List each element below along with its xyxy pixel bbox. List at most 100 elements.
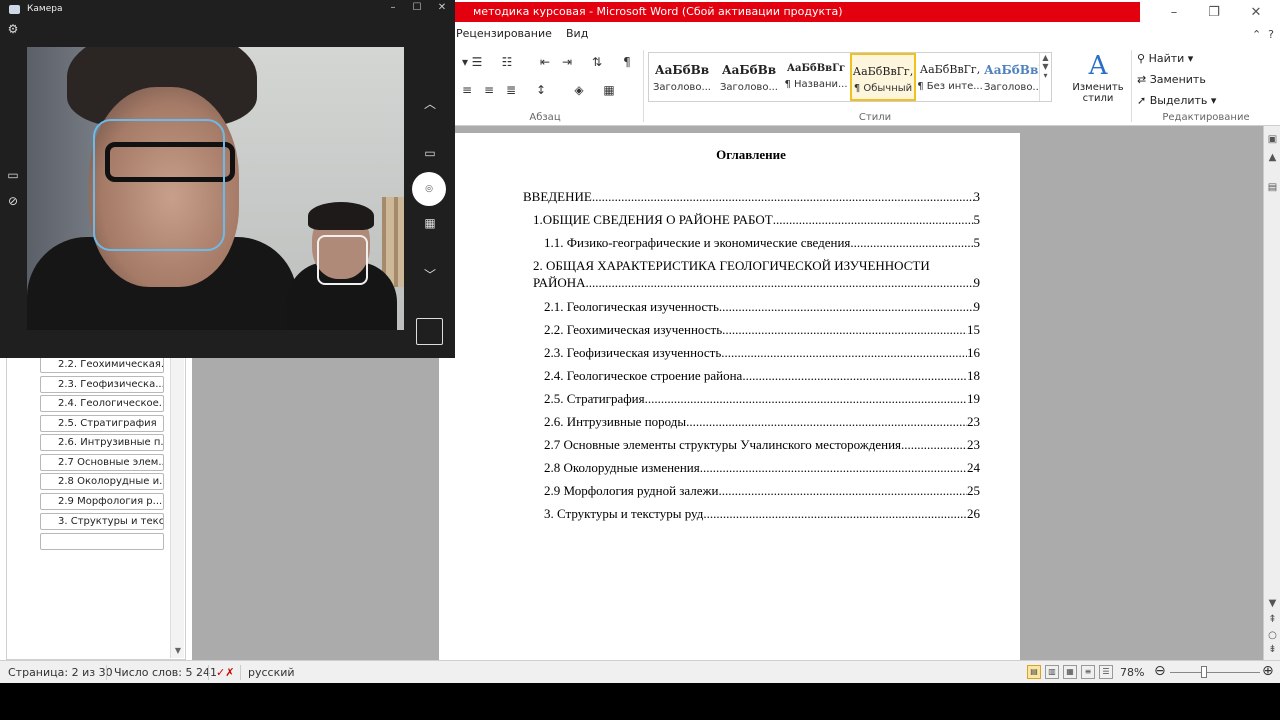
- print-layout-view-icon[interactable]: ▤: [1027, 665, 1041, 679]
- nav-heading-item[interactable]: 2.3. Геофизическа...: [40, 376, 164, 393]
- scroll-up-icon[interactable]: ▲: [1266, 152, 1279, 163]
- numbering-icon[interactable]: ☰: [469, 54, 485, 70]
- toc-entry[interactable]: 2.3. Геофизическая изученность16: [544, 344, 980, 362]
- full-screen-view-icon[interactable]: ▥: [1045, 665, 1059, 679]
- toc-entry[interactable]: 3. Структуры и текстуры руд26: [544, 505, 980, 523]
- style-heading1[interactable]: АаБбВв Заголово...: [649, 53, 715, 101]
- show-marks-icon[interactable]: ¶: [619, 54, 635, 70]
- settings-gear-icon[interactable]: ⚙: [5, 22, 21, 36]
- timer-icon[interactable]: ⊘: [5, 194, 21, 208]
- toc-entry[interactable]: 2.7 Основные элементы структуры Учалинск…: [544, 436, 980, 454]
- select-browse-object-icon[interactable]: ○: [1266, 630, 1279, 641]
- scroll-down-icon[interactable]: ▼: [171, 644, 185, 658]
- nav-scrollbar[interactable]: ▼: [170, 356, 184, 658]
- nav-heading-item[interactable]: 2.7 Основные элем...: [40, 454, 164, 471]
- style-no-spacing[interactable]: АаБбВвГг, ¶ Без инте...: [917, 53, 983, 101]
- nav-heading-item[interactable]: 2.4. Геологическое...: [40, 395, 164, 412]
- ribbon-tab-bar: Рецензирование Вид ⌃ ?: [455, 24, 1280, 46]
- style-heading2[interactable]: АаБбВв Заголово...: [716, 53, 782, 101]
- toc-entry[interactable]: ВВЕДЕНИЕ3: [523, 188, 980, 206]
- qr-scan-icon[interactable]: ▦: [422, 216, 438, 230]
- style-normal[interactable]: АаБбВвГг, ¶ Обычный: [850, 53, 916, 101]
- zoom-out-icon[interactable]: ⊖: [1154, 663, 1166, 679]
- gallery-thumbnail[interactable]: [416, 318, 443, 345]
- select-button[interactable]: ➚ Выделить ▾: [1137, 94, 1216, 107]
- zoom-level[interactable]: 78%: [1120, 666, 1144, 679]
- video-mode-icon[interactable]: ▭: [422, 146, 438, 160]
- minimize-button[interactable]: –: [1154, 2, 1194, 24]
- restore-button[interactable]: ❐: [1194, 2, 1234, 24]
- toc-entry[interactable]: 2. ОБЩАЯ ХАРАКТЕРИСТИКА ГЕОЛОГИЧЕСКОЙ ИЗ…: [533, 257, 980, 275]
- help-icon[interactable]: ⌃ ?: [1252, 28, 1274, 41]
- toc-entry[interactable]: 2.2. Геохимическая изученность15: [544, 321, 980, 339]
- shading-icon[interactable]: ◈: [571, 82, 587, 98]
- gallery-scroll[interactable]: ▲ ▼ ▾: [1039, 53, 1051, 101]
- borders-icon[interactable]: ▦: [601, 82, 617, 98]
- justify-icon[interactable]: ≣: [503, 82, 519, 98]
- style-heading3[interactable]: АаБбВвI Заголово...: [984, 53, 1040, 101]
- hdr-icon[interactable]: ▭: [5, 168, 21, 182]
- second-person-hair: [308, 202, 374, 230]
- line-spacing-icon[interactable]: ↕: [533, 82, 549, 98]
- word-count[interactable]: Число слов: 5 241: [114, 666, 217, 679]
- decrease-indent-icon[interactable]: ⇤: [537, 54, 553, 70]
- scroll-thumb[interactable]: ▤: [1266, 182, 1279, 193]
- desktop-screen: методика курсовая - Microsoft Word (Сбой…: [0, 0, 1280, 720]
- nav-heading-item[interactable]: 2.9 Морфология р...: [40, 493, 164, 510]
- tab-view[interactable]: Вид: [566, 27, 588, 40]
- spelling-check-icon[interactable]: ✓✗: [216, 666, 234, 679]
- style-title[interactable]: АаБбВвГг ¶ Названи...: [783, 53, 849, 101]
- nav-heading-item[interactable]: 2.5. Стратиграфия: [40, 415, 164, 432]
- toc-entry[interactable]: 2.6. Интрузивные породы23: [544, 413, 980, 431]
- nav-heading-item[interactable]: 3. Структуры и текс...: [40, 513, 164, 530]
- page-counter[interactable]: Страница: 2 из 30: [8, 666, 113, 679]
- next-page-icon[interactable]: ⇟: [1266, 644, 1279, 655]
- toc-entry[interactable]: 2.1. Геологическая изученность9: [544, 298, 980, 316]
- zoom-in-icon[interactable]: ⊕: [1262, 663, 1274, 679]
- camera-app-icon: [9, 5, 20, 14]
- close-button[interactable]: ✕: [1236, 2, 1276, 24]
- chevron-down-icon[interactable]: ﹀: [422, 266, 438, 283]
- align-center-icon[interactable]: ≡: [481, 82, 497, 98]
- nav-heading-item[interactable]: 2.6. Интрузивные п...: [40, 434, 164, 451]
- previous-page-icon[interactable]: ⇞: [1266, 614, 1279, 625]
- toc-entry[interactable]: РАЙОНА9: [533, 274, 980, 292]
- replace-icon: ⇄: [1137, 73, 1150, 86]
- editing-group-label: Редактирование: [1162, 112, 1250, 123]
- multilevel-list-icon[interactable]: ☷: [499, 54, 515, 70]
- find-button[interactable]: ⚲ Найти ▾: [1137, 52, 1193, 65]
- nav-heading-item[interactable]: 2.2. Геохимическая...: [40, 356, 164, 373]
- ribbon: ▾ ☰ ☷ ⇤ ⇥ ⇅ ¶ ≡ ≡ ≣ ↕ ◈ ▦ Абзац АаБбВв За…: [455, 46, 1280, 126]
- web-layout-view-icon[interactable]: ▦: [1063, 665, 1077, 679]
- draft-view-icon[interactable]: ☰: [1099, 665, 1113, 679]
- chevron-up-icon[interactable]: ︿: [422, 95, 438, 112]
- sort-icon[interactable]: ⇅: [589, 54, 605, 70]
- document-page[interactable]: Оглавление ВВЕДЕНИЕ3 1.ОБЩИЕ СВЕДЕНИЯ О …: [439, 133, 1020, 660]
- ruler-toggle-icon[interactable]: ▣: [1266, 134, 1279, 145]
- change-styles-button[interactable]: A Изменить стили: [1067, 50, 1129, 104]
- zoom-slider[interactable]: [1170, 672, 1260, 673]
- nav-heading-item[interactable]: 2.8 Околорудные и...: [40, 473, 164, 490]
- tab-review[interactable]: Рецензирование: [456, 27, 552, 40]
- language-indicator[interactable]: русский: [248, 666, 295, 679]
- camera-close-button[interactable]: ✕: [432, 2, 452, 13]
- toc-entry[interactable]: 2.8 Околорудные изменения24: [544, 459, 980, 477]
- camera-window[interactable]: Камера – ☐ ✕ ⚙ ▭ ⊘ ︿ ▭ ◎ ▦ ﹀: [0, 0, 455, 358]
- toc-entry[interactable]: 2.4. Геологическое строение района18: [544, 367, 980, 385]
- zoom-slider-thumb[interactable]: [1201, 666, 1207, 678]
- scroll-down-icon[interactable]: ▼: [1266, 598, 1279, 609]
- replace-button[interactable]: ⇄ Заменить: [1137, 73, 1206, 86]
- toc-entry[interactable]: 1.1. Физико-географические и экономическ…: [544, 234, 980, 252]
- document-scrollbar[interactable]: ▣ ▲ ▤ ▼ ⇞ ○ ⇟: [1263, 126, 1280, 660]
- toc-entry[interactable]: 1.ОБЩИЕ СВЕДЕНИЯ О РАЙОНЕ РАБОТ5: [533, 211, 980, 229]
- shutter-button[interactable]: ◎: [412, 172, 446, 206]
- camera-maximize-button[interactable]: ☐: [407, 2, 427, 13]
- toc-entry[interactable]: 2.5. Стратиграфия19: [544, 390, 980, 408]
- camera-minimize-button[interactable]: –: [383, 2, 403, 13]
- nav-heading-item[interactable]: [40, 533, 164, 550]
- toc-entry[interactable]: 2.9 Морфология рудной залежи25: [544, 482, 980, 500]
- increase-indent-icon[interactable]: ⇥: [559, 54, 575, 70]
- status-divider: [240, 665, 241, 680]
- outline-view-icon[interactable]: ≡: [1081, 665, 1095, 679]
- align-left-icon[interactable]: ≡: [459, 82, 475, 98]
